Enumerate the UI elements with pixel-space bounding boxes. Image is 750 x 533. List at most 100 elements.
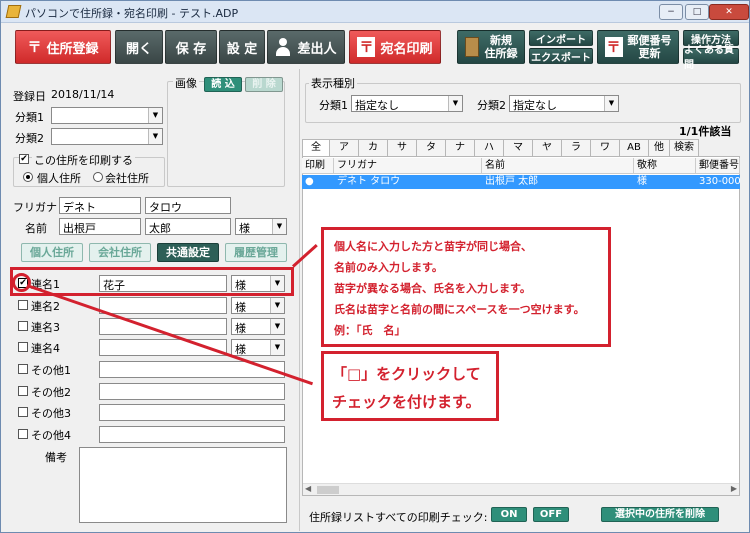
other3-checkbox[interactable] bbox=[18, 407, 28, 417]
address-register-button[interactable]: 〒住所登録 bbox=[15, 30, 111, 64]
image-group bbox=[167, 81, 285, 187]
index-tab[interactable]: ヤ bbox=[532, 139, 562, 156]
chevron-down-icon: ▼ bbox=[148, 108, 162, 123]
sender-label: 差出人 bbox=[297, 41, 337, 57]
furigana-last-input[interactable]: デネト bbox=[59, 197, 141, 214]
horizontal-scrollbar[interactable]: ◀ ▶ bbox=[303, 483, 739, 495]
personal-address-radio[interactable] bbox=[23, 172, 33, 182]
export-button[interactable]: エクスポート bbox=[529, 48, 593, 64]
col-furigana[interactable]: フリガナ bbox=[334, 158, 482, 173]
click-line: チェックを付けます。 bbox=[332, 393, 481, 411]
minimize-button[interactable]: − bbox=[659, 4, 683, 20]
highlight-joint1-checkbox bbox=[12, 273, 31, 292]
name-last-input[interactable]: 出根戸 bbox=[59, 218, 141, 235]
index-tab[interactable]: サ bbox=[387, 139, 417, 156]
note-line: 氏名は苗字と名前の間にスペースを一つ空けます。 bbox=[334, 303, 585, 316]
index-tab[interactable]: ワ bbox=[590, 139, 620, 156]
tab-company-address[interactable]: 会社住所 bbox=[89, 243, 151, 262]
bulk-print-label: 住所録リストすべての印刷チェック: bbox=[309, 511, 488, 524]
joint3-honorific: 様 bbox=[235, 322, 246, 335]
maximize-button[interactable]: □ bbox=[685, 4, 709, 20]
import-button[interactable]: インポート bbox=[529, 30, 593, 46]
index-tab[interactable]: 他 bbox=[648, 139, 670, 156]
display-type-label: 表示種別 bbox=[309, 75, 357, 91]
index-tab[interactable]: タ bbox=[416, 139, 446, 156]
other4-input[interactable] bbox=[99, 426, 285, 443]
company-address-label: 会社住所 bbox=[105, 172, 149, 185]
joint4-honorific: 様 bbox=[235, 343, 246, 356]
tab-personal-address[interactable]: 個人住所 bbox=[21, 243, 83, 262]
faq-button[interactable]: よくある質問 bbox=[683, 45, 739, 71]
image-delete-button[interactable]: 削 除 bbox=[245, 77, 283, 92]
tab-history[interactable]: 履歴管理 bbox=[225, 243, 287, 262]
note-textarea[interactable] bbox=[79, 447, 287, 523]
print-all-on-button[interactable]: ON bbox=[491, 507, 527, 522]
print-this-checkbox[interactable]: ✔ bbox=[19, 154, 29, 164]
honorific-value: 様 bbox=[239, 222, 250, 235]
honorific-select[interactable]: 様 ▼ bbox=[235, 218, 287, 235]
note-line: 個人名に入力した方と苗字が同じ場合、 bbox=[334, 240, 532, 253]
settings-button[interactable]: 設 定 bbox=[219, 30, 265, 64]
other4-checkbox[interactable] bbox=[18, 429, 28, 439]
other2-input[interactable] bbox=[99, 383, 285, 400]
joint3-checkbox[interactable] bbox=[18, 321, 28, 331]
index-tab[interactable]: ナ bbox=[445, 139, 475, 156]
panel-divider[interactable] bbox=[299, 69, 300, 531]
other1-checkbox[interactable] bbox=[18, 364, 28, 374]
postal-code-update-button[interactable]: 〒郵便番号 更新 bbox=[597, 30, 679, 64]
index-tab[interactable]: カ bbox=[358, 139, 388, 156]
close-button[interactable]: ✕ bbox=[709, 4, 749, 20]
scroll-right-icon[interactable]: ▶ bbox=[731, 484, 737, 493]
cat2-select[interactable]: ▼ bbox=[51, 128, 163, 145]
scroll-thumb[interactable] bbox=[317, 486, 339, 494]
name-first-input[interactable]: 太郎 bbox=[145, 218, 231, 235]
other2-checkbox[interactable] bbox=[18, 386, 28, 396]
index-tab[interactable]: 全 bbox=[302, 139, 330, 156]
open-button[interactable]: 開く bbox=[115, 30, 163, 64]
col-postal[interactable]: 郵便番号 bbox=[696, 158, 740, 173]
index-tab[interactable]: ア bbox=[329, 139, 359, 156]
col-print[interactable]: 印刷 bbox=[302, 158, 334, 173]
table-row[interactable]: ● デネト タロウ 出根戸 太郎 様 330-000 bbox=[302, 175, 740, 189]
list-cat2-select[interactable]: 指定なし ▼ bbox=[509, 95, 619, 112]
postal-mark-icon: 〒 bbox=[604, 37, 623, 57]
other3-input[interactable] bbox=[99, 404, 285, 421]
index-tab[interactable]: マ bbox=[503, 139, 533, 156]
index-tab[interactable]: 検索 bbox=[669, 139, 699, 156]
col-honorific[interactable]: 敬称 bbox=[634, 158, 696, 173]
row-name: 出根戸 太郎 bbox=[485, 176, 539, 187]
new-address-book-button[interactable]: 新規 住所録 bbox=[457, 30, 525, 64]
highlight-joint1-row bbox=[10, 267, 294, 296]
index-tab[interactable]: ハ bbox=[474, 139, 504, 156]
joint2-checkbox[interactable] bbox=[18, 300, 28, 310]
cat1-select[interactable]: ▼ bbox=[51, 107, 163, 124]
joint4-checkbox[interactable] bbox=[18, 342, 28, 352]
scroll-left-icon[interactable]: ◀ bbox=[305, 484, 311, 493]
image-load-button[interactable]: 読 込 bbox=[204, 77, 242, 92]
index-tab[interactable]: AB bbox=[619, 139, 649, 156]
tab-common-settings[interactable]: 共通設定 bbox=[157, 243, 219, 262]
col-name[interactable]: 名前 bbox=[482, 158, 634, 173]
other3-label: その他3 bbox=[31, 407, 71, 420]
address-print-button[interactable]: 〒宛名印刷 bbox=[349, 30, 441, 64]
note-line: 名前のみ入力します。 bbox=[334, 261, 443, 274]
joint2-honorific-select[interactable]: 様 ▼ bbox=[231, 297, 285, 314]
delete-selected-button[interactable]: 選択中の住所を削除 bbox=[601, 507, 719, 522]
cat2-label: 分類2 bbox=[15, 132, 44, 145]
joint4-honorific-select[interactable]: 様 ▼ bbox=[231, 339, 285, 356]
index-tab[interactable]: ラ bbox=[561, 139, 591, 156]
print-all-off-button[interactable]: OFF bbox=[533, 507, 569, 522]
save-button[interactable]: 保 存 bbox=[165, 30, 217, 64]
furigana-first-input[interactable]: タロウ bbox=[145, 197, 231, 214]
joint2-input[interactable] bbox=[99, 297, 227, 314]
list-cat1-select[interactable]: 指定なし ▼ bbox=[351, 95, 463, 112]
reg-date-label: 登録日 bbox=[13, 90, 46, 103]
name-label: 名前 bbox=[25, 222, 47, 235]
cat1-label: 分類1 bbox=[15, 111, 44, 124]
joint3-honorific-select[interactable]: 様 ▼ bbox=[231, 318, 285, 335]
company-address-radio[interactable] bbox=[93, 172, 103, 182]
sender-button[interactable]: 差出人 bbox=[267, 30, 345, 64]
person-icon bbox=[275, 38, 291, 56]
reg-date-value: 2018/11/14 bbox=[51, 88, 115, 101]
app-icon bbox=[5, 5, 22, 18]
